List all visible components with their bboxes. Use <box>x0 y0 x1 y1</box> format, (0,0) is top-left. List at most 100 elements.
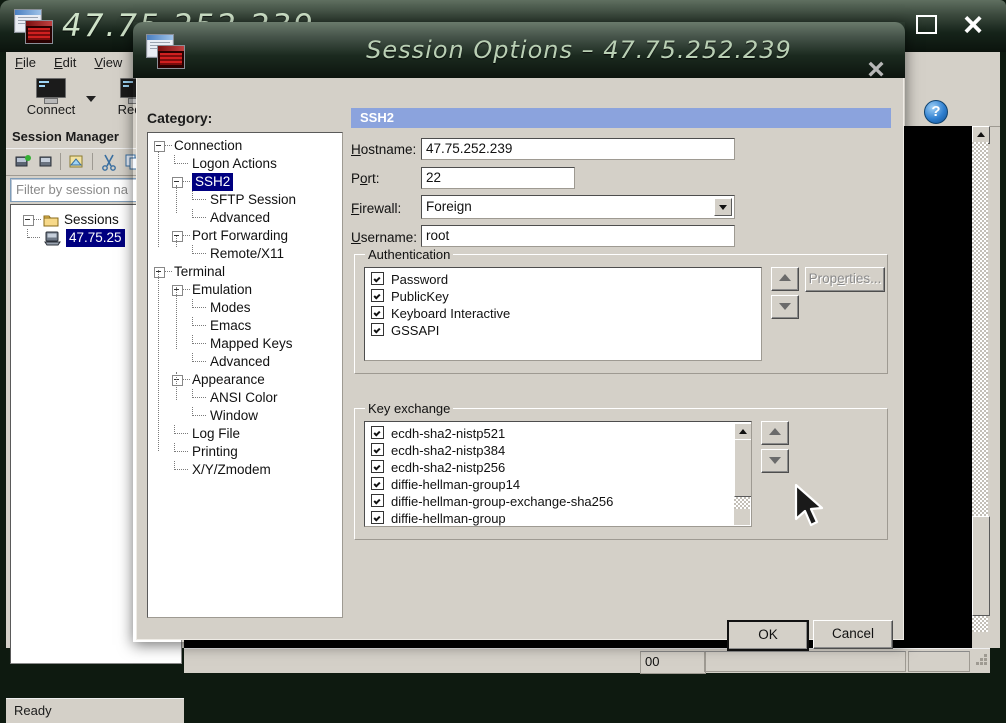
category-tree-item-printing[interactable]: Printing <box>148 443 342 461</box>
category-tree-item-label: Remote/X11 <box>210 246 285 261</box>
cancel-button[interactable]: Cancel <box>813 620 893 649</box>
terminal-vertical-scrollbar[interactable] <box>972 126 990 668</box>
key-exchange-item[interactable]: diffie-hellman-group-exchange-sha256 <box>365 493 751 510</box>
key-exchange-item-label: ecdh-sha2-nistp256 <box>391 460 506 475</box>
kex-move-down-button[interactable] <box>761 449 789 473</box>
chevron-down-icon[interactable] <box>714 198 732 216</box>
dialog-close-button[interactable]: × <box>861 55 891 79</box>
authentication-item[interactable]: Keyboard Interactive <box>365 305 761 322</box>
key-exchange-item[interactable]: ecdh-sha2-nistp521 <box>365 425 751 442</box>
menu-item-edit[interactable]: Edit <box>45 52 85 70</box>
key-exchange-item-label: ecdh-sha2-nistp384 <box>391 443 506 458</box>
category-tree-item-log-file[interactable]: Log File <box>148 425 342 443</box>
menu-item-file[interactable]: File <box>6 52 45 70</box>
checkbox-checked-icon[interactable] <box>371 272 384 285</box>
hostname-input[interactable]: 47.75.252.239 <box>421 138 735 160</box>
status-bar: Ready <box>6 698 184 723</box>
category-tree-item-label: ANSI Color <box>210 390 278 405</box>
username-input[interactable]: root <box>421 225 735 247</box>
port-label: Port: <box>351 171 380 186</box>
folder-icon <box>43 215 59 227</box>
bottom-strip-cell <box>908 651 970 672</box>
category-tree-item-connection[interactable]: Connection <box>148 137 342 155</box>
category-tree-item-label: Port Forwarding <box>192 228 289 243</box>
key-exchange-item-label: diffie-hellman-group <box>391 511 506 526</box>
mouse-cursor <box>794 483 824 527</box>
category-tree-item-label: Terminal <box>174 264 226 279</box>
category-tree-item-remote-x11[interactable]: Remote/X11 <box>148 245 342 263</box>
key-exchange-item[interactable]: ecdh-sha2-nistp256 <box>365 459 751 476</box>
category-tree[interactable]: Connection Logon Actions SSH2 SFTP Session A… <box>147 132 343 618</box>
category-tree-item-terminal[interactable]: Terminal <box>148 263 342 281</box>
cut-icon[interactable] <box>100 153 118 171</box>
dialog-titlebar: Session Options – 47.75.252.239 × <box>133 22 905 78</box>
port-input[interactable]: 22 <box>421 167 575 189</box>
hostname-value: 47.75.252.239 <box>426 141 513 156</box>
hostname-label: Hostname: <box>351 142 417 157</box>
tree-connector <box>176 287 178 349</box>
chevron-down-icon[interactable] <box>86 96 96 102</box>
key-exchange-item[interactable]: diffie-hellman-group14 <box>365 476 751 493</box>
help-icon: ? <box>924 100 948 124</box>
close-button[interactable]: × <box>958 8 988 42</box>
checkbox-checked-icon[interactable] <box>371 494 384 507</box>
checkbox-checked-icon[interactable] <box>371 511 384 524</box>
authentication-group-title: Authentication <box>365 247 454 262</box>
auth-move-up-button[interactable] <box>771 267 799 291</box>
session-options-dialog: Session Options – 47.75.252.239 × Catego… <box>133 22 905 651</box>
kex-move-up-button[interactable] <box>761 421 789 445</box>
menu-item-view[interactable]: View <box>85 52 131 70</box>
category-tree-item-label: Advanced <box>210 210 271 225</box>
category-tree-item-window[interactable]: Window <box>148 407 342 425</box>
key-exchange-scrollbar[interactable] <box>734 423 751 525</box>
auth-properties-button[interactable]: Properties... <box>805 267 885 292</box>
category-tree-item-label: Appearance <box>192 372 265 387</box>
checkbox-checked-icon[interactable] <box>371 426 384 439</box>
authentication-item-label: GSSAPI <box>391 323 440 338</box>
category-tree-item-label: X/Y/Zmodem <box>192 462 271 477</box>
auth-move-down-button[interactable] <box>771 295 799 319</box>
tree-connector <box>176 236 178 247</box>
category-tree-item-label: Connection <box>174 138 243 153</box>
checkbox-checked-icon[interactable] <box>371 477 384 490</box>
category-label: Category: <box>147 110 213 126</box>
authentication-item-label: PublicKey <box>391 289 449 304</box>
authentication-item[interactable]: Password <box>365 271 761 288</box>
checkbox-checked-icon[interactable] <box>371 289 384 302</box>
ok-button[interactable]: OK <box>727 620 809 651</box>
category-tree-item-logon-actions[interactable]: Logon Actions <box>148 155 342 173</box>
bottom-strip-cell <box>704 651 906 672</box>
category-tree-item-x-y-zmodem[interactable]: X/Y/Zmodem <box>148 461 342 479</box>
authentication-item[interactable]: GSSAPI <box>365 322 761 339</box>
key-exchange-list[interactable]: ecdh-sha2-nistp521 ecdh-sha2-nistp384 ecdh… <box>364 421 752 527</box>
firewall-select[interactable]: Foreign <box>421 195 735 219</box>
resize-grip[interactable] <box>974 652 989 667</box>
category-tree-item-label: Window <box>210 408 259 423</box>
bottom-strip-value: 00 <box>640 651 706 674</box>
checkbox-checked-icon[interactable] <box>371 323 384 336</box>
firewall-label: Firewall: <box>351 201 402 216</box>
authentication-list[interactable]: Password PublicKey Keyboard Interactive GSS… <box>364 267 762 361</box>
category-tree-item-label: Emacs <box>210 318 252 333</box>
category-tree-item-advanced[interactable]: Advanced <box>148 353 342 371</box>
key-exchange-item[interactable]: diffie-hellman-group <box>365 510 751 526</box>
scrollbar-thumb[interactable] <box>734 439 751 497</box>
authentication-item[interactable]: PublicKey <box>365 288 761 305</box>
new-session-icon[interactable] <box>14 153 32 171</box>
maximize-button[interactable] <box>916 15 938 37</box>
bottom-status-strip: 00 <box>184 648 990 674</box>
new-folder-icon[interactable] <box>38 153 56 171</box>
checkbox-checked-icon[interactable] <box>371 443 384 456</box>
checkbox-checked-icon[interactable] <box>371 306 384 319</box>
scrollbar-thumb[interactable] <box>972 516 990 616</box>
key-exchange-item[interactable]: ecdh-sha2-nistp384 <box>365 442 751 459</box>
port-value: 22 <box>426 170 442 185</box>
import-icon[interactable] <box>68 153 86 171</box>
tree-connector <box>158 151 160 247</box>
toolbar-connect-button[interactable]: Connect <box>20 78 82 117</box>
status-text: Ready <box>14 703 52 718</box>
key-exchange-item-label: diffie-hellman-group14 <box>391 477 521 492</box>
category-tree-item-label: SFTP Session <box>210 192 297 207</box>
tree-connector <box>176 372 178 400</box>
checkbox-checked-icon[interactable] <box>371 460 384 473</box>
